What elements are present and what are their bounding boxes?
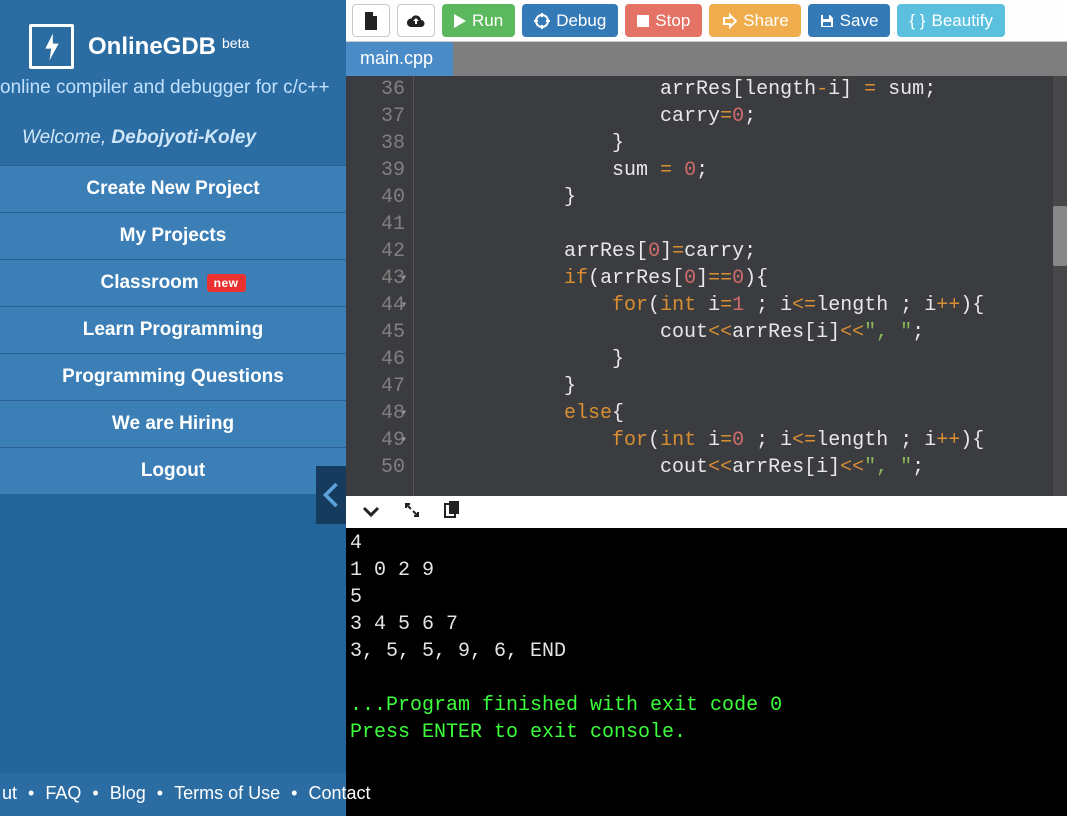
- footer-link-faq[interactable]: FAQ: [43, 783, 83, 803]
- new-file-button[interactable]: [352, 4, 390, 37]
- copy-icon[interactable]: [444, 500, 460, 524]
- output-console[interactable]: 4 1 0 2 9 5 3 4 5 6 7 3, 5, 5, 9, 6, END…: [346, 528, 1067, 816]
- share-button[interactable]: Share: [709, 4, 800, 37]
- target-icon: [534, 13, 550, 29]
- footer-dot: •: [153, 783, 167, 803]
- welcome-prefix: Welcome,: [22, 127, 111, 148]
- cloud-upload-icon: [407, 13, 425, 29]
- brand-name: OnlineGDB: [88, 33, 216, 61]
- nav-learn-programming[interactable]: Learn Programming: [0, 306, 346, 353]
- tab-strip: main.cpp: [346, 42, 1067, 76]
- nav-label: Create New Project: [86, 178, 259, 200]
- debug-label: Debug: [556, 11, 606, 31]
- nav-we-are-hiring[interactable]: We are Hiring: [0, 400, 346, 447]
- toolbar: Run Debug Stop Share Sav: [346, 0, 1067, 42]
- tab-main-cpp[interactable]: main.cpp: [346, 42, 453, 76]
- save-label: Save: [840, 11, 879, 31]
- sidebar-spacer: [0, 494, 346, 773]
- nav-logout[interactable]: Logout: [0, 447, 346, 494]
- run-button[interactable]: Run: [442, 4, 515, 37]
- footer-dot: •: [88, 783, 102, 803]
- braces-icon: { }: [909, 11, 925, 31]
- footer-link-about[interactable]: ut: [0, 783, 19, 803]
- footer-link-terms[interactable]: Terms of Use: [172, 783, 282, 803]
- nav-label: Programming Questions: [62, 366, 284, 388]
- debug-button[interactable]: Debug: [522, 4, 618, 37]
- nav-label: We are Hiring: [112, 413, 234, 435]
- bolt-icon: [42, 33, 62, 61]
- share-label: Share: [743, 11, 788, 31]
- beautify-label: Beautify: [932, 11, 993, 31]
- nav-label: My Projects: [120, 225, 227, 247]
- sidebar: OnlineGDB beta online compiler and debug…: [0, 0, 346, 816]
- stop-label: Stop: [655, 11, 690, 31]
- nav-programming-questions[interactable]: Programming Questions: [0, 353, 346, 400]
- code-text[interactable]: arrRes[length-i] = sum; carry=0; } sum =…: [414, 76, 1067, 496]
- chevron-left-icon: [320, 480, 342, 510]
- sidebar-collapse-button[interactable]: [316, 466, 346, 524]
- brand-badge: beta: [222, 35, 249, 51]
- file-icon: [363, 12, 379, 30]
- beautify-button[interactable]: { } Beautify: [897, 4, 1005, 37]
- footer-dot: •: [287, 783, 301, 803]
- bolt-logo: [29, 24, 74, 69]
- stop-icon: [637, 15, 649, 27]
- brand-title: OnlineGDB beta: [88, 33, 249, 61]
- expand-icon[interactable]: [404, 501, 420, 524]
- new-badge: new: [207, 274, 246, 292]
- code-editor[interactable]: 363738394041424344454647484950 arrRes[le…: [346, 76, 1067, 496]
- chevron-down-icon[interactable]: [362, 501, 380, 524]
- brand-row: OnlineGDB beta: [0, 0, 346, 79]
- save-button[interactable]: Save: [808, 4, 891, 37]
- welcome-user: Debojyoti-Koley: [111, 127, 256, 148]
- line-number-gutter: 363738394041424344454647484950: [346, 76, 414, 496]
- upload-button[interactable]: [397, 4, 435, 37]
- nav-label: Classroom: [100, 272, 198, 294]
- nav-my-projects[interactable]: My Projects: [0, 212, 346, 259]
- nav-label: Logout: [141, 460, 205, 482]
- stop-button[interactable]: Stop: [625, 4, 702, 37]
- footer-dot: •: [24, 783, 38, 803]
- editor-scrollbar[interactable]: [1053, 76, 1067, 496]
- play-icon: [454, 14, 466, 28]
- share-icon: [721, 13, 737, 29]
- run-label: Run: [472, 11, 503, 31]
- editor-scrollbar-thumb[interactable]: [1053, 206, 1067, 266]
- content-area: Run Debug Stop Share Sav: [346, 0, 1067, 816]
- welcome-message: Welcome, Debojyoti-Koley: [0, 111, 346, 165]
- sidebar-nav: Create New Project My Projects Classroom…: [0, 165, 346, 494]
- footer-link-blog[interactable]: Blog: [108, 783, 148, 803]
- footer-link-contact[interactable]: Contact: [306, 783, 372, 803]
- footer-links: ut • FAQ • Blog • Terms of Use • Contact: [0, 773, 346, 816]
- nav-classroom[interactable]: Classroom new: [0, 259, 346, 306]
- brand-tagline: online compiler and debugger for c/c++: [0, 77, 346, 111]
- tab-label: main.cpp: [360, 48, 433, 68]
- save-icon: [820, 14, 834, 28]
- output-controls: [346, 496, 1067, 528]
- nav-label: Learn Programming: [83, 319, 264, 341]
- nav-create-new-project[interactable]: Create New Project: [0, 165, 346, 212]
